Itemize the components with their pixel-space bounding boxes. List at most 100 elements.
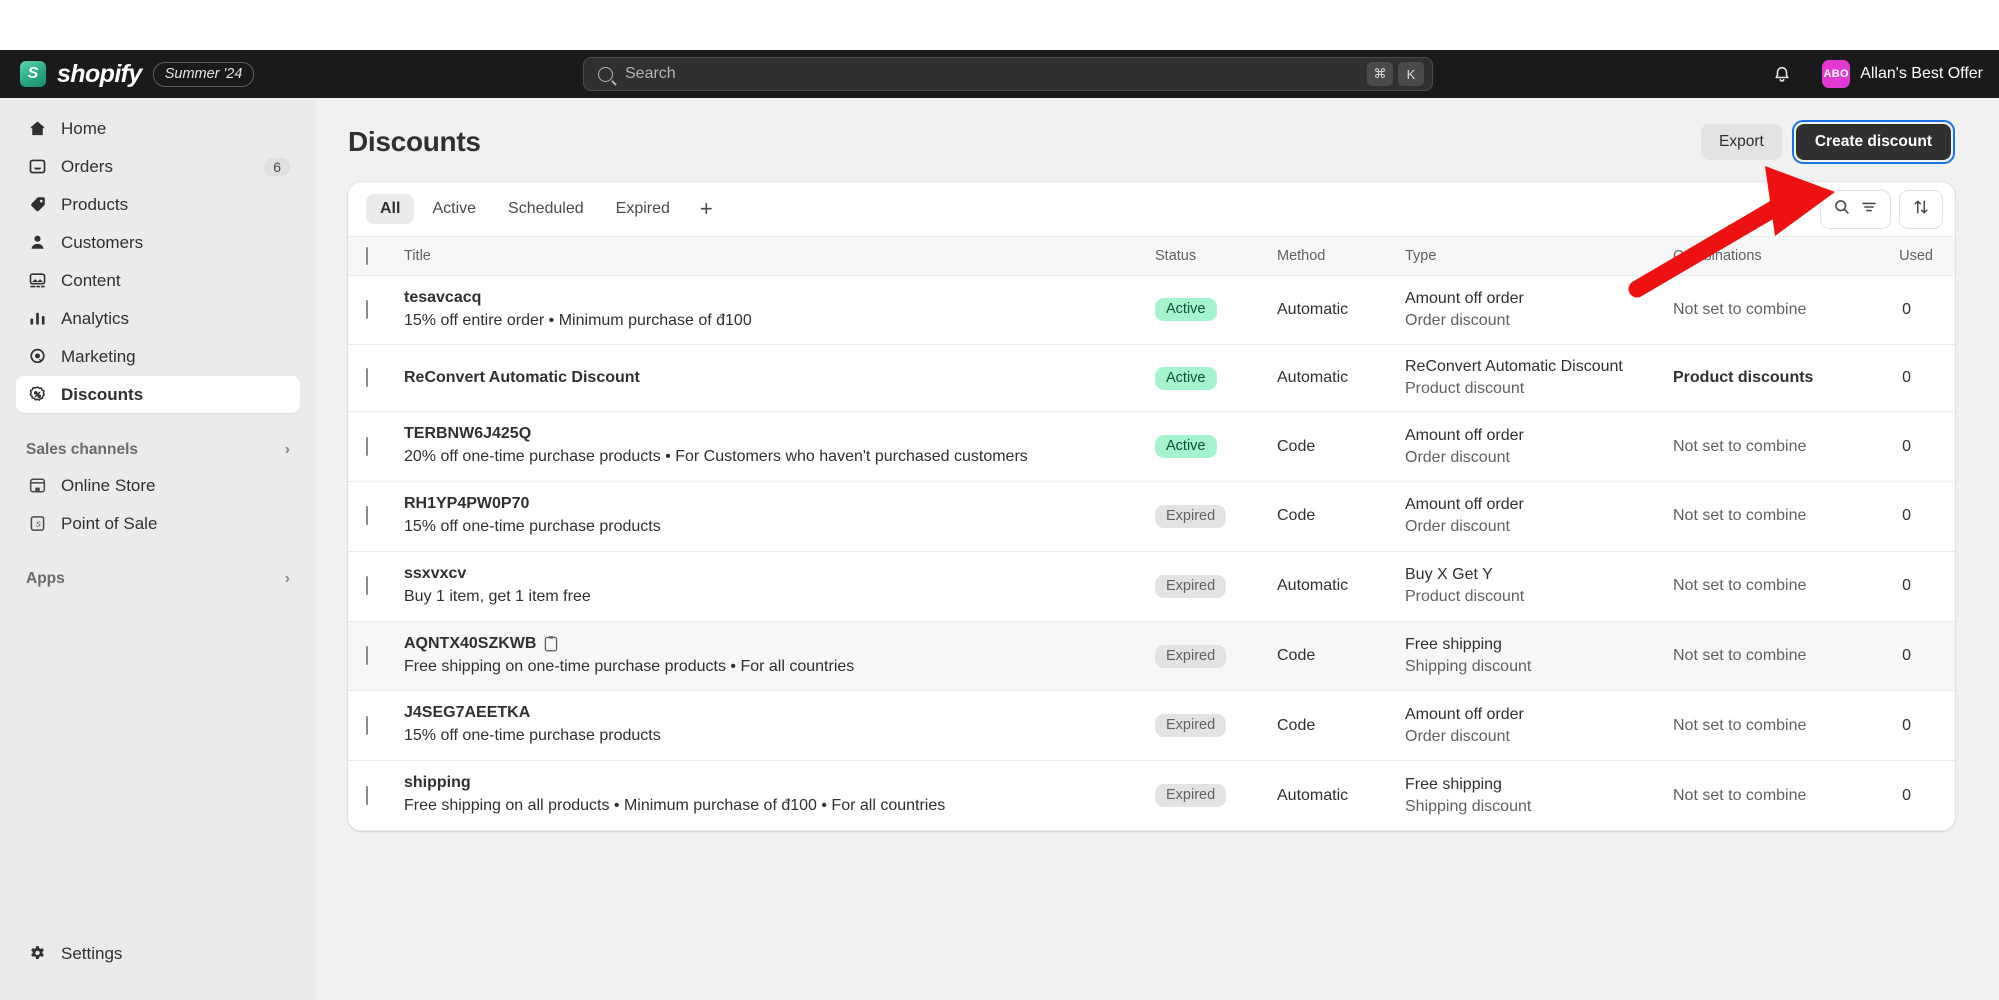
row-select-cell[interactable]	[348, 621, 404, 691]
sidebar-section-sales-channels[interactable]: Sales channels ›	[16, 433, 300, 467]
row-title-cell[interactable]: shippingFree shipping on all products • …	[404, 761, 1155, 831]
table-row[interactable]: ssxvxcvBuy 1 item, get 1 item freeExpire…	[348, 551, 1955, 621]
sidebar-section-apps[interactable]: Apps ›	[16, 562, 300, 596]
sidebar-item-label: Orders	[61, 157, 251, 177]
table-row[interactable]: J4SEG7AEETKA15% off one-time purchase pr…	[348, 691, 1955, 761]
row-checkbox[interactable]	[366, 506, 368, 525]
table-row[interactable]: shippingFree shipping on all products • …	[348, 761, 1955, 831]
row-title-cell[interactable]: ssxvxcvBuy 1 item, get 1 item free	[404, 551, 1155, 621]
header-combinations[interactable]: Combinations	[1673, 237, 1883, 275]
row-select-cell[interactable]	[348, 691, 404, 761]
sidebar-item-label: Point of Sale	[61, 514, 290, 534]
copy-code-icon[interactable]	[544, 635, 558, 652]
sidebar-item-content[interactable]: Content	[16, 262, 300, 299]
sidebar-item-products[interactable]: Products	[16, 186, 300, 223]
combinations-value: Product discounts	[1673, 369, 1813, 386]
row-select-cell[interactable]	[348, 551, 404, 621]
row-used-cell: 0	[1883, 482, 1955, 552]
row-title-cell[interactable]: TERBNW6J425Q20% off one-time purchase pr…	[404, 412, 1155, 482]
filter-icon[interactable]	[1860, 198, 1878, 221]
row-subtitle: 20% off one-time purchase products • For…	[404, 447, 1084, 468]
tab-scheduled[interactable]: Scheduled	[494, 194, 598, 224]
add-tab-button[interactable]: +	[688, 194, 725, 224]
row-checkbox[interactable]	[366, 437, 368, 456]
row-method-cell: Code	[1277, 412, 1405, 482]
row-checkbox[interactable]	[366, 716, 368, 735]
type-sub: Order discount	[1405, 312, 1673, 330]
header-status[interactable]: Status	[1155, 237, 1277, 275]
row-select-cell[interactable]	[348, 345, 404, 412]
svg-text:S: S	[35, 520, 40, 529]
header-type[interactable]: Type	[1405, 237, 1673, 275]
account-name: Allan's Best Offer	[1860, 65, 1983, 83]
sidebar-item-orders[interactable]: Orders 6	[16, 148, 300, 185]
type-main: Amount off order	[1405, 427, 1673, 445]
products-tag-icon	[26, 194, 48, 216]
combinations-value: Not set to combine	[1673, 717, 1806, 734]
header-used[interactable]: Used	[1883, 237, 1955, 275]
account-menu[interactable]: ABO Allan's Best Offer	[1814, 56, 1991, 92]
row-select-cell[interactable]	[348, 275, 404, 345]
select-all-header[interactable]	[348, 237, 404, 275]
tab-expired[interactable]: Expired	[602, 194, 684, 224]
export-button[interactable]: Export	[1701, 124, 1782, 160]
row-title-cell[interactable]: ReConvert Automatic Discount	[404, 345, 1155, 412]
row-checkbox[interactable]	[366, 576, 368, 595]
create-discount-button[interactable]: Create discount	[1796, 124, 1951, 160]
row-combinations-cell: Not set to combine	[1673, 482, 1883, 552]
row-title-cell[interactable]: J4SEG7AEETKA15% off one-time purchase pr…	[404, 691, 1155, 761]
row-used-cell: 0	[1883, 412, 1955, 482]
gear-icon	[26, 943, 48, 965]
row-select-cell[interactable]	[348, 761, 404, 831]
method-value: Automatic	[1277, 577, 1348, 594]
row-checkbox[interactable]	[366, 786, 368, 805]
row-title-cell[interactable]: tesavcacq15% off entire order • Minimum …	[404, 275, 1155, 345]
row-checkbox[interactable]	[366, 368, 368, 387]
sidebar-item-label: Customers	[61, 233, 290, 253]
used-value: 0	[1902, 507, 1933, 524]
table-search-icon[interactable]	[1833, 198, 1851, 221]
row-title-cell[interactable]: RH1YP4PW0P7015% off one-time purchase pr…	[404, 482, 1155, 552]
sidebar-item-settings[interactable]: Settings	[16, 935, 300, 972]
table-row[interactable]: AQNTX40SZKWBFree shipping on one-time pu…	[348, 621, 1955, 691]
notifications-bell-icon[interactable]	[1766, 58, 1798, 90]
row-title: shipping	[404, 774, 1155, 792]
sidebar-item-customers[interactable]: Customers	[16, 224, 300, 261]
row-method-cell: Automatic	[1277, 761, 1405, 831]
row-checkbox[interactable]	[366, 646, 368, 665]
sidebar-item-home[interactable]: Home	[16, 110, 300, 147]
status-badge: Expired	[1155, 575, 1226, 598]
search-container[interactable]: Search ⌘ K	[583, 57, 1433, 91]
table-row[interactable]: ReConvert Automatic DiscountActiveAutoma…	[348, 345, 1955, 412]
sort-button[interactable]	[1899, 190, 1943, 229]
row-checkbox[interactable]	[366, 300, 368, 319]
row-select-cell[interactable]	[348, 482, 404, 552]
shopify-brand[interactable]: shopify Summer '24	[0, 60, 254, 89]
table-row[interactable]: TERBNW6J425Q20% off one-time purchase pr…	[348, 412, 1955, 482]
select-all-checkbox[interactable]	[366, 247, 368, 265]
sidebar-item-label: Content	[61, 271, 290, 291]
type-main: Amount off order	[1405, 706, 1673, 724]
header-method[interactable]: Method	[1277, 237, 1405, 275]
table-row[interactable]: tesavcacq15% off entire order • Minimum …	[348, 275, 1955, 345]
row-subtitle: 15% off entire order • Minimum purchase …	[404, 311, 1084, 332]
tab-all[interactable]: All	[366, 194, 414, 224]
tab-active[interactable]: Active	[418, 194, 490, 224]
table-row[interactable]: RH1YP4PW0P7015% off one-time purchase pr…	[348, 482, 1955, 552]
sidebar-item-marketing[interactable]: Marketing	[16, 338, 300, 375]
row-method-cell: Code	[1277, 621, 1405, 691]
sidebar-item-point-of-sale[interactable]: S Point of Sale	[16, 505, 300, 542]
row-type-cell: ReConvert Automatic DiscountProduct disc…	[1405, 345, 1673, 412]
sidebar-item-discounts[interactable]: Discounts	[16, 376, 300, 413]
sidebar-item-label: Discounts	[61, 385, 290, 405]
sidebar-item-analytics[interactable]: Analytics	[16, 300, 300, 337]
search-and-filter-group[interactable]	[1820, 190, 1891, 229]
search-input[interactable]: Search ⌘ K	[583, 57, 1433, 91]
sidebar-item-online-store[interactable]: Online Store	[16, 467, 300, 504]
type-sub: Product discount	[1405, 588, 1673, 606]
row-select-cell[interactable]	[348, 412, 404, 482]
used-value: 0	[1902, 301, 1933, 318]
row-title-cell[interactable]: AQNTX40SZKWBFree shipping on one-time pu…	[404, 621, 1155, 691]
method-value: Automatic	[1277, 301, 1348, 318]
header-title[interactable]: Title	[404, 237, 1155, 275]
